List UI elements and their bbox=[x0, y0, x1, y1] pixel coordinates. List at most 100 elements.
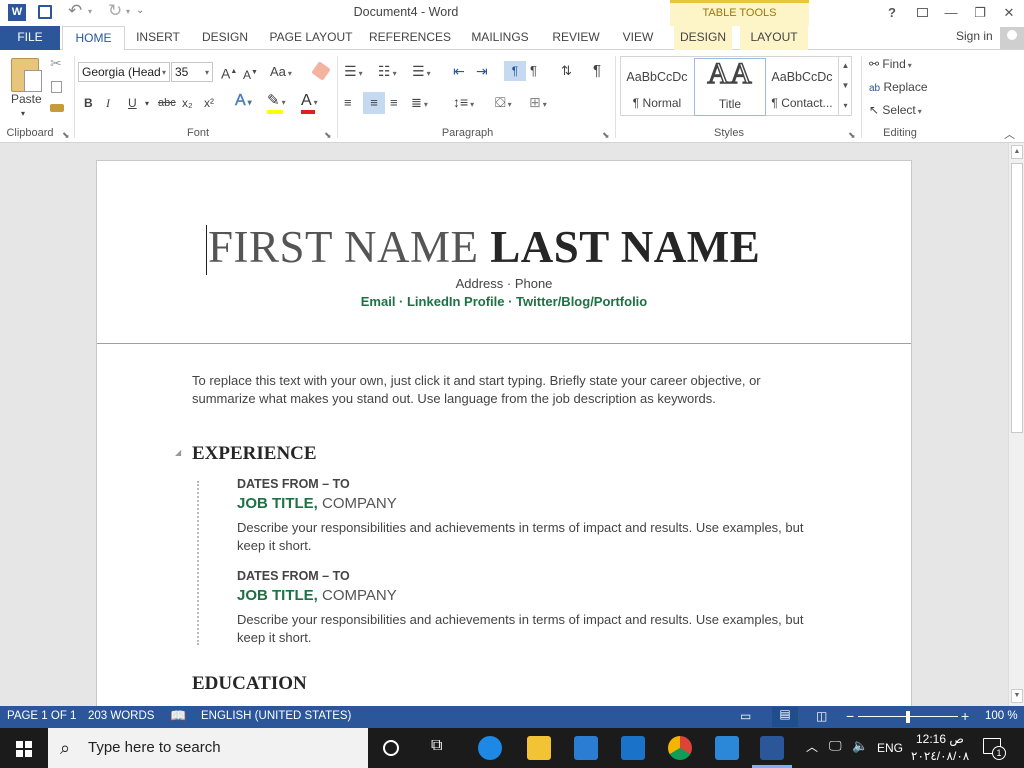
windows-start-icon[interactable] bbox=[16, 741, 32, 757]
name-heading[interactable]: FIRST NAME LAST NAME bbox=[208, 221, 798, 273]
vertical-scrollbar[interactable]: ▲ ▼ bbox=[1008, 143, 1024, 706]
align-right-icon[interactable]: ≡ bbox=[390, 94, 398, 112]
decrease-indent-icon[interactable]: ⇤ bbox=[453, 62, 465, 80]
input-language[interactable]: ENG bbox=[877, 741, 903, 755]
page-count[interactable]: PAGE 1 OF 1 bbox=[7, 710, 76, 722]
job-entry[interactable]: DATES FROM – TO JOB TITLE, COMPANY Descr… bbox=[237, 569, 812, 647]
photos-icon[interactable] bbox=[715, 736, 739, 760]
paste-dropdown-icon[interactable]: ▾ bbox=[21, 105, 25, 123]
numbering-icon[interactable]: ☷ ▾ bbox=[378, 62, 397, 83]
grow-font-icon[interactable]: A▲ bbox=[221, 63, 237, 83]
tab-mailings[interactable]: MAILINGS bbox=[466, 26, 534, 50]
clock-time[interactable]: 12:16 ص bbox=[916, 732, 964, 746]
tab-design[interactable]: DESIGN bbox=[196, 26, 254, 50]
shrink-font-icon[interactable]: A▼ bbox=[243, 64, 258, 84]
help-button[interactable]: ? bbox=[879, 3, 905, 23]
avatar[interactable] bbox=[1000, 27, 1024, 49]
tab-review[interactable]: REVIEW bbox=[548, 26, 604, 50]
network-icon[interactable]: 🖵 bbox=[829, 738, 842, 754]
web-layout-icon[interactable]: ◫ bbox=[816, 709, 827, 723]
print-layout-icon[interactable]: ▤ bbox=[772, 707, 798, 727]
paste-button[interactable]: Paste bbox=[11, 90, 42, 108]
read-mode-icon[interactable]: ▭ bbox=[740, 709, 751, 723]
scroll-up-icon[interactable]: ▲ bbox=[1011, 145, 1023, 159]
shading-icon[interactable]: ⛋ ▾ bbox=[495, 93, 512, 114]
paragraph-launcher-icon[interactable]: ⬊ bbox=[602, 130, 610, 141]
task-view-icon[interactable]: ⧉ bbox=[431, 737, 442, 755]
minimize-icon[interactable]: — bbox=[938, 3, 964, 23]
select-button[interactable]: ↖ Select ▾ bbox=[869, 101, 922, 121]
find-button[interactable]: ⚯ Find ▾ bbox=[869, 55, 912, 75]
sort-icon[interactable]: ⇅ bbox=[561, 62, 572, 80]
superscript-button[interactable]: x² bbox=[204, 94, 214, 112]
show-marks-icon[interactable]: ¶ bbox=[593, 62, 601, 80]
tab-table-layout[interactable]: LAYOUT bbox=[740, 26, 808, 50]
tab-file[interactable]: FILE bbox=[0, 26, 60, 50]
collapse-triangle-icon[interactable]: ◢ bbox=[175, 448, 181, 457]
zoom-out-icon[interactable]: − bbox=[846, 708, 854, 724]
experience-heading[interactable]: EXPERIENCE bbox=[192, 443, 317, 465]
restore-icon[interactable]: ❐ bbox=[967, 3, 993, 23]
style-normal[interactable]: AaBbCcDc ¶ Normal bbox=[621, 58, 693, 116]
ribbon-display-options-icon[interactable] bbox=[909, 3, 935, 23]
scroll-down-icon[interactable]: ▼ bbox=[1011, 689, 1023, 703]
clear-formatting-icon[interactable] bbox=[311, 61, 331, 81]
mail-icon[interactable] bbox=[621, 736, 645, 760]
highlight-icon[interactable]: ✎ ▾ bbox=[267, 92, 286, 112]
font-launcher-icon[interactable]: ⬊ bbox=[324, 130, 332, 141]
tab-view[interactable]: VIEW bbox=[618, 26, 658, 50]
volume-icon[interactable]: 🔈 bbox=[852, 738, 868, 754]
bullets-icon[interactable]: ☰ ▾ bbox=[344, 62, 363, 83]
edge-icon[interactable] bbox=[478, 736, 502, 760]
borders-icon[interactable]: ⊞ ▾ bbox=[529, 93, 547, 114]
tab-references[interactable]: REFERENCES bbox=[368, 26, 452, 50]
zoom-slider-thumb[interactable] bbox=[906, 711, 910, 723]
word-count[interactable]: 203 WORDS bbox=[88, 710, 154, 722]
close-icon[interactable]: ✕ bbox=[996, 3, 1022, 23]
style-contact[interactable]: AaBbCcDc ¶ Contact... bbox=[766, 58, 838, 116]
underline-button[interactable]: U bbox=[128, 94, 137, 112]
document-page[interactable]: FIRST NAME LAST NAME Address · Phone Ema… bbox=[96, 160, 912, 740]
styles-scroll[interactable]: ▲ ▼ ▾ bbox=[838, 56, 852, 116]
font-size-combo[interactable]: 35 ▾ bbox=[171, 62, 213, 82]
zoom-level[interactable]: 100 % bbox=[985, 710, 1018, 722]
taskbar-search-box[interactable]: ⌕ Type here to search bbox=[48, 728, 368, 768]
rtl-direction-icon[interactable]: ¶ bbox=[530, 62, 537, 80]
cortana-icon[interactable] bbox=[383, 740, 399, 756]
font-color-icon[interactable]: A ▾ bbox=[301, 92, 318, 112]
tab-page-layout[interactable]: PAGE LAYOUT bbox=[266, 26, 356, 50]
bold-button[interactable]: B bbox=[84, 94, 93, 112]
replace-button[interactable]: ab Replace bbox=[869, 78, 928, 98]
increase-indent-icon[interactable]: ⇥ bbox=[476, 62, 488, 80]
cut-icon[interactable]: ✂ bbox=[50, 55, 62, 72]
sign-in-link[interactable]: Sign in bbox=[956, 29, 993, 43]
line-spacing-icon[interactable]: ↕≡ ▾ bbox=[453, 93, 474, 114]
education-heading[interactable]: EDUCATION bbox=[192, 673, 307, 695]
align-left-icon[interactable]: ≡ bbox=[344, 94, 352, 112]
justify-icon[interactable]: ≣ ▾ bbox=[411, 94, 428, 114]
clock-date[interactable]: ٢٠٢٤/٠٨/٠٨ bbox=[911, 749, 969, 763]
scroll-thumb[interactable] bbox=[1011, 163, 1023, 433]
align-center-icon[interactable]: ≡ bbox=[363, 92, 385, 114]
ltr-direction-icon[interactable]: ¶ bbox=[504, 61, 526, 81]
contact-links[interactable]: Email · LinkedIn Profile · Twitter/Blog/… bbox=[97, 294, 911, 309]
strikethrough-button[interactable]: abc bbox=[158, 94, 176, 112]
subscript-button[interactable]: x₂ bbox=[182, 94, 193, 112]
styles-launcher-icon[interactable]: ⬊ bbox=[848, 130, 856, 141]
clipboard-launcher-icon[interactable]: ⬊ bbox=[62, 130, 70, 141]
format-painter-icon[interactable] bbox=[50, 104, 64, 112]
tab-insert[interactable]: INSERT bbox=[130, 26, 186, 50]
font-name-combo[interactable]: Georgia (Head ▾ bbox=[78, 62, 170, 82]
job-entry[interactable]: DATES FROM – TO JOB TITLE, COMPANY Descr… bbox=[237, 477, 812, 555]
collapse-ribbon-icon[interactable]: ︿ bbox=[1004, 126, 1015, 142]
multilevel-list-icon[interactable]: ☰ ▾ bbox=[412, 62, 431, 83]
tab-table-design[interactable]: DESIGN bbox=[674, 26, 732, 50]
contact-address-phone[interactable]: Address · Phone bbox=[97, 276, 911, 291]
underline-dropdown-icon[interactable]: ▾ bbox=[145, 95, 149, 113]
zoom-in-icon[interactable]: + bbox=[961, 708, 969, 724]
tray-chevron-icon[interactable]: ︿ bbox=[806, 738, 818, 755]
change-case-button[interactable]: Aa ▾ bbox=[270, 63, 292, 83]
objective-text[interactable]: To replace this text with your own, just… bbox=[192, 372, 812, 408]
language-status[interactable]: ENGLISH (UNITED STATES) bbox=[201, 710, 351, 722]
text-effects-icon[interactable]: A ▾ bbox=[235, 92, 252, 112]
